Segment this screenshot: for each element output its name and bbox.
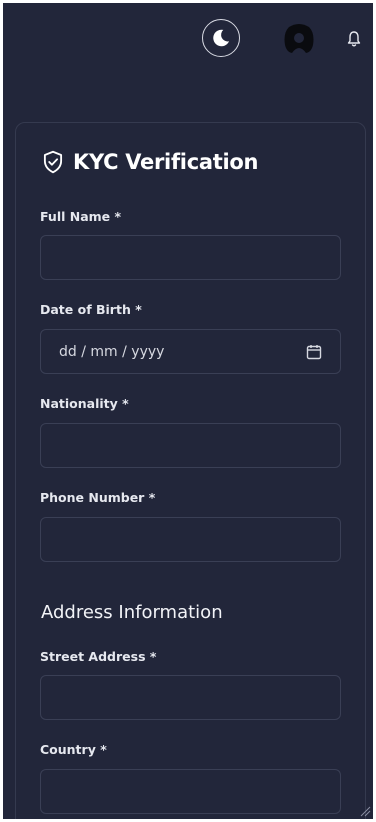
full-name-input[interactable] [40, 235, 341, 280]
kyc-form-card: KYC Verification Full Name * Date of Bir… [15, 122, 366, 819]
address-section-heading: Address Information [41, 602, 223, 623]
date-of-birth-input[interactable]: dd / mm / yyyy [40, 329, 341, 374]
avatar[interactable] [283, 23, 315, 53]
resize-grip-icon[interactable] [359, 805, 371, 817]
phone-number-input[interactable] [40, 517, 341, 562]
street-address-label: Street Address * [40, 649, 157, 664]
nationality-label: Nationality * [40, 396, 129, 411]
notifications-button[interactable] [346, 30, 362, 48]
kyc-title: KYC Verification [40, 149, 258, 175]
theme-toggle-button[interactable] [202, 19, 240, 57]
country-label: Country * [40, 742, 107, 757]
date-of-birth-label: Date of Birth * [40, 302, 142, 317]
top-bar [3, 3, 373, 75]
phone-number-label: Phone Number * [40, 490, 156, 505]
bell-icon [347, 31, 361, 47]
shield-check-icon [40, 149, 66, 175]
kyc-title-text: KYC Verification [73, 150, 259, 174]
nationality-input[interactable] [40, 423, 341, 468]
street-address-input[interactable] [40, 675, 341, 720]
app-window: KYC Verification Full Name * Date of Bir… [3, 3, 373, 819]
country-input[interactable] [40, 769, 341, 814]
calendar-icon[interactable] [306, 344, 322, 360]
full-name-label: Full Name * [40, 209, 122, 224]
moon-icon [213, 29, 230, 47]
user-avatar-icon [284, 24, 314, 53]
date-placeholder: dd / mm / yyyy [59, 343, 165, 360]
